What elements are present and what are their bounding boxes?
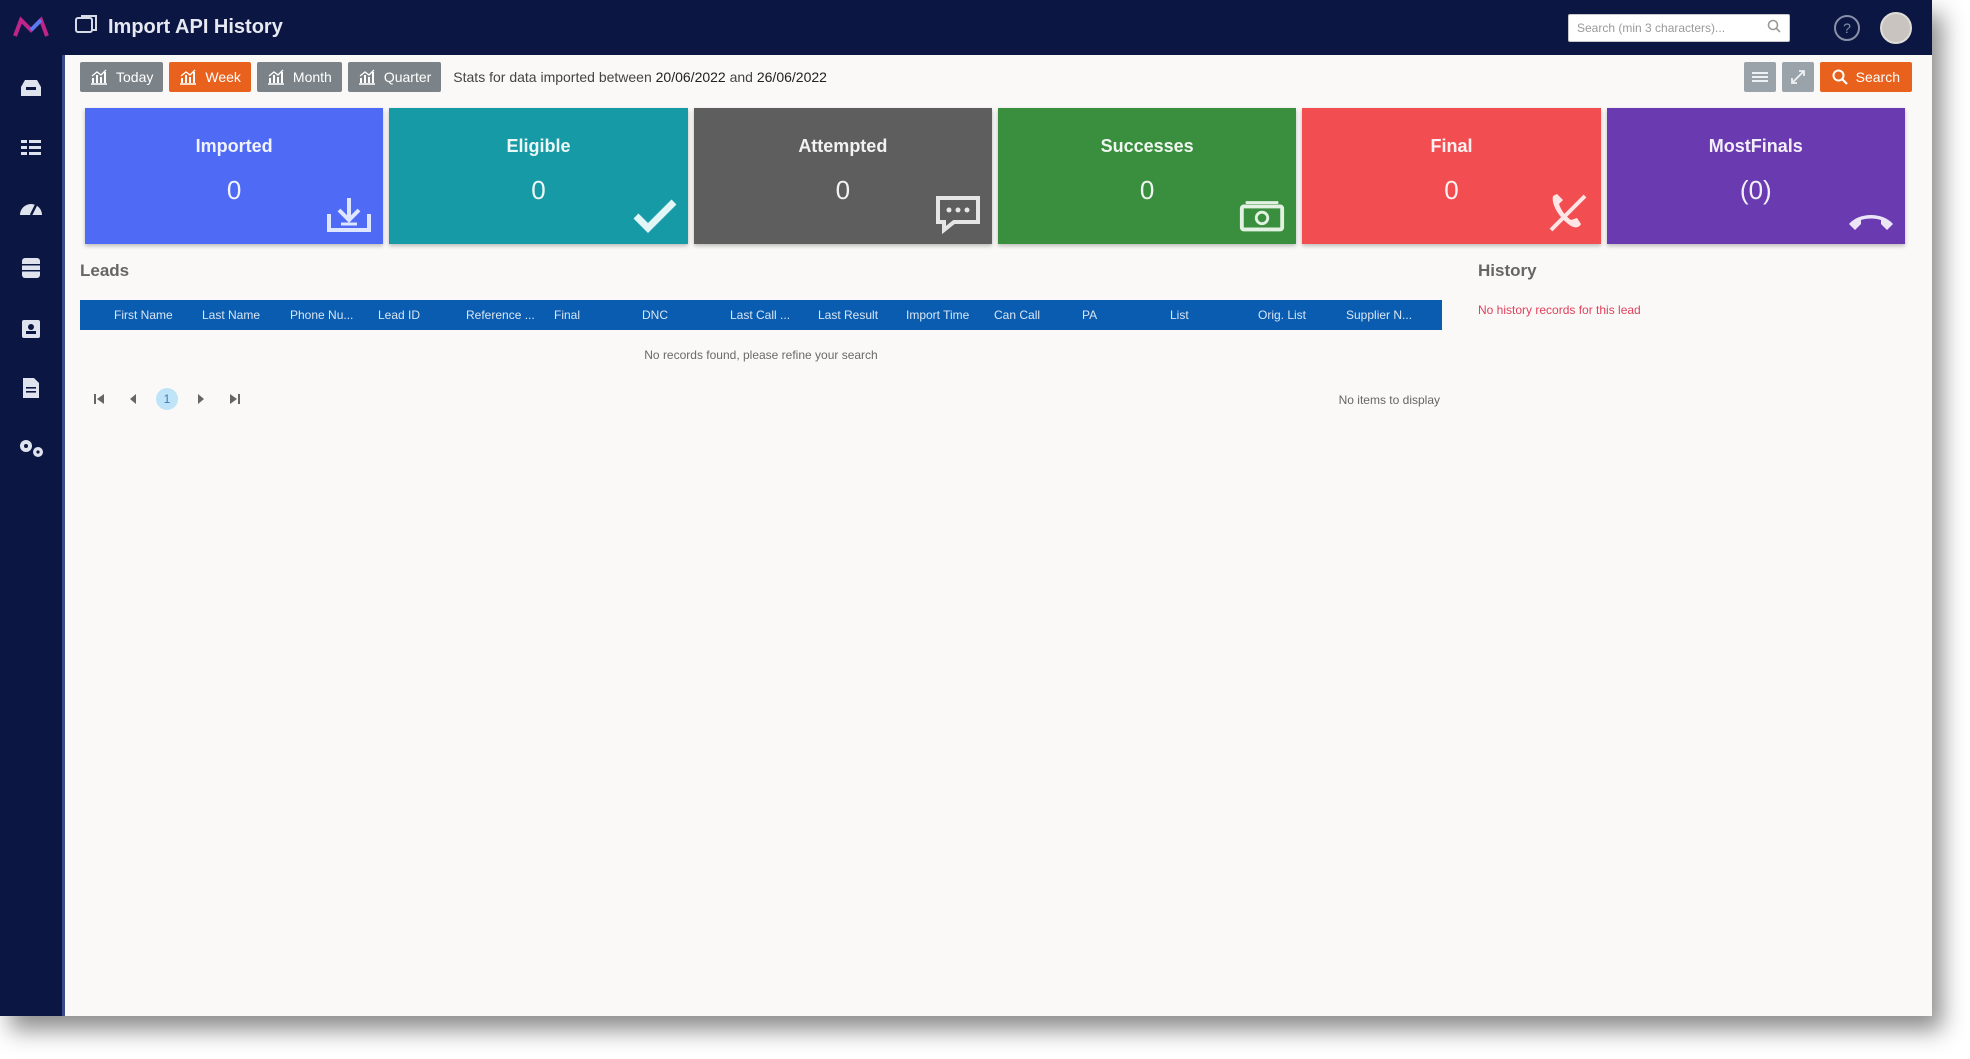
period-month-button[interactable]: Month: [256, 62, 342, 92]
period-quarter-button[interactable]: Quarter: [347, 62, 442, 92]
tile-label: Eligible: [506, 136, 571, 156]
col-header[interactable]: Supplier N...: [1338, 308, 1426, 322]
chart-icon: [180, 69, 197, 85]
tile-eligible[interactable]: Eligible 0: [389, 108, 688, 244]
check-icon: [630, 194, 678, 234]
period-today-button[interactable]: Today: [80, 62, 164, 92]
tile-imported[interactable]: Imported 0: [85, 108, 384, 244]
tile-label: MostFinals: [1708, 136, 1803, 156]
global-search-input[interactable]: [1577, 21, 1767, 35]
pager-info: No items to display: [1338, 393, 1440, 407]
period-week-button[interactable]: Week: [169, 62, 251, 92]
tile-label: Successes: [1100, 136, 1194, 156]
database-icon[interactable]: [16, 253, 46, 283]
col-header[interactable]: PA: [1074, 308, 1162, 322]
leads-empty-message: No records found, please refine your sea…: [644, 348, 878, 362]
search-icon: [1767, 19, 1781, 38]
period-toolbar: Today Week Month Quarter Stats for data …: [80, 62, 1912, 92]
next-page-icon[interactable]: [190, 388, 212, 410]
leads-title: Leads: [80, 261, 130, 280]
date-to: 26/06/2022: [756, 69, 827, 85]
search-icon: [1832, 69, 1848, 85]
col-header[interactable]: Last Call ...: [722, 308, 810, 322]
col-header[interactable]: Lead ID: [370, 308, 458, 322]
last-page-icon[interactable]: [224, 388, 246, 410]
dashboard-icon[interactable]: [16, 193, 46, 223]
first-page-icon[interactable]: [88, 388, 110, 410]
col-header[interactable]: Final: [546, 308, 634, 322]
col-header[interactable]: Import Time: [898, 308, 986, 322]
date-from: 20/06/2022: [655, 69, 726, 85]
tile-mostfinals[interactable]: MostFinals (0): [1606, 108, 1905, 244]
phone-off-icon: [1543, 194, 1591, 234]
document-icon[interactable]: [16, 373, 46, 403]
col-header[interactable]: Can Call: [986, 308, 1074, 322]
period-label: Quarter: [383, 69, 432, 85]
period-label: Month: [292, 69, 332, 85]
pager: 1: [88, 388, 246, 410]
inbox-icon[interactable]: [16, 73, 46, 103]
col-header[interactable]: Last Name: [194, 308, 282, 322]
app-window: Import API History ?: [0, 0, 1932, 1016]
tile-final[interactable]: Final 0: [1302, 108, 1601, 244]
chart-icon: [267, 69, 284, 85]
user-avatar[interactable]: [1880, 12, 1912, 44]
col-header[interactable]: Last Result: [810, 308, 898, 322]
help-icon[interactable]: ?: [1834, 15, 1860, 41]
col-header[interactable]: Phone Nu...: [282, 308, 370, 322]
expand-icon[interactable]: [1781, 62, 1814, 92]
history-empty-message: No history records for this lead: [1478, 303, 1641, 317]
tile-attempted[interactable]: Attempted 0: [693, 108, 992, 244]
money-icon: [1238, 194, 1286, 234]
chat-icon: [934, 194, 982, 234]
col-header[interactable]: First Name: [106, 308, 194, 322]
chart-icon: [91, 69, 107, 85]
tile-label: Imported: [195, 136, 273, 156]
col-header[interactable]: DNC: [634, 308, 722, 322]
col-header[interactable]: List: [1162, 308, 1250, 322]
brand-logo[interactable]: [0, 0, 62, 55]
page-number[interactable]: 1: [156, 388, 178, 410]
hangup-icon: [1847, 194, 1895, 234]
col-header[interactable]: Orig. List: [1250, 308, 1338, 322]
sidebar-divider: [62, 55, 65, 1016]
prev-page-icon[interactable]: [122, 388, 144, 410]
tile-label: Attempted: [798, 136, 888, 156]
period-label: Week: [205, 69, 241, 85]
contacts-icon[interactable]: [16, 313, 46, 343]
sidebar: [0, 55, 62, 1016]
history-title: History: [1478, 261, 1537, 280]
toggle-filters-icon[interactable]: [1743, 62, 1776, 92]
settings-icon[interactable]: [16, 433, 46, 463]
period-label: Today: [116, 69, 154, 85]
page-title: Import API History: [108, 16, 283, 38]
toolbar-actions: Search: [1743, 62, 1912, 92]
chart-icon: [358, 69, 375, 85]
tile-label: Final: [1430, 136, 1473, 156]
stats-range-text: Stats for data imported between 20/06/20…: [453, 69, 827, 85]
global-search[interactable]: [1568, 14, 1790, 42]
list-icon[interactable]: [16, 133, 46, 163]
leads-grid-header: First Name Last Name Phone Nu... Lead ID…: [80, 300, 1442, 330]
search-button-label: Search: [1855, 69, 1900, 85]
top-bar: Import API History ?: [0, 0, 1932, 55]
stats-and: and: [729, 69, 753, 85]
page-icon: [74, 14, 98, 41]
stats-prefix: Stats for data imported between: [453, 69, 652, 85]
tile-successes[interactable]: Successes 0: [997, 108, 1297, 244]
search-button[interactable]: Search: [1819, 62, 1912, 92]
import-icon: [325, 194, 373, 234]
col-header[interactable]: Reference ...: [458, 308, 546, 322]
stat-tiles: Imported 0 Eligible 0 Attempted 0 Succes…: [85, 108, 1905, 244]
